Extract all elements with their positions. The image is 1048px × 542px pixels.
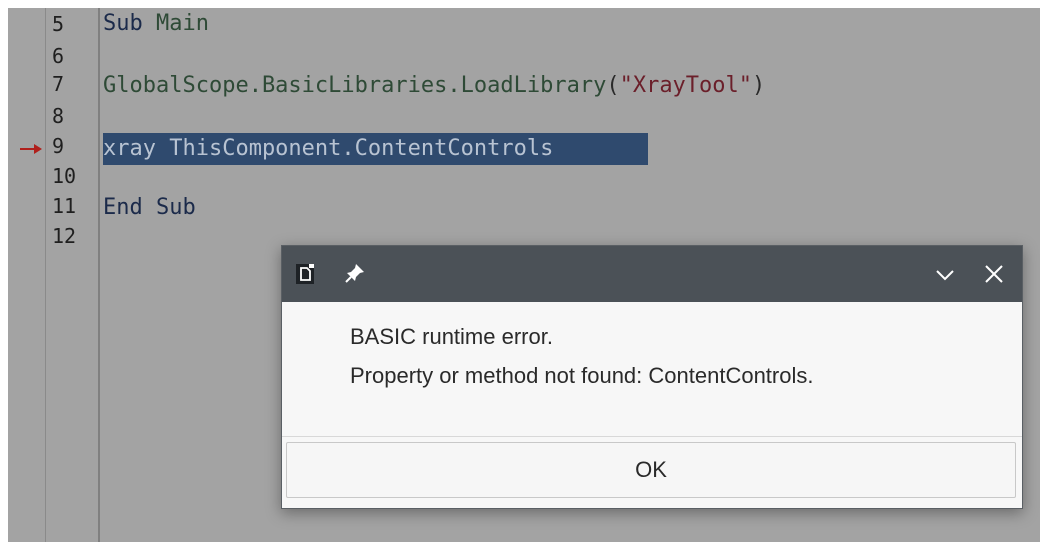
- line-number: 9: [52, 134, 65, 158]
- line-number: 11: [52, 194, 77, 218]
- error-dialog: BASIC runtime error. Property or method …: [281, 245, 1023, 509]
- document-icon: [296, 264, 314, 284]
- punctuation: ): [752, 73, 766, 98]
- code-line[interactable]: Sub Main: [103, 10, 209, 38]
- pin-icon[interactable]: [344, 262, 366, 284]
- identifier: Main: [156, 11, 209, 36]
- line-number: 5: [52, 12, 65, 36]
- punctuation: (: [606, 73, 620, 98]
- arrow-right-icon: [20, 144, 42, 154]
- error-message: Property or method not found: ContentCon…: [350, 363, 814, 388]
- keyword: Sub: [103, 11, 143, 36]
- line-number: 8: [52, 104, 65, 128]
- code-line[interactable]: GlobalScope.BasicLibraries.LoadLibrary("…: [103, 72, 765, 100]
- line-number: 10: [52, 164, 77, 188]
- string-literal: "XrayTool": [619, 73, 753, 98]
- chevron-down-icon[interactable]: [933, 263, 957, 287]
- gutter-divider: [98, 8, 100, 542]
- keyword: End Sub: [103, 195, 196, 220]
- close-icon[interactable]: [982, 262, 1006, 286]
- identifier: GlobalScope.BasicLibraries.LoadLibrary: [103, 73, 607, 98]
- code-line-selected[interactable]: xray ThisComponent.ContentControls: [103, 134, 553, 164]
- dialog-titlebar[interactable]: [282, 246, 1022, 302]
- code-line[interactable]: End Sub: [103, 194, 196, 222]
- line-number: 7: [52, 72, 65, 96]
- line-number: 6: [52, 44, 65, 68]
- ok-button[interactable]: OK: [286, 442, 1016, 498]
- line-number: 12: [52, 224, 77, 248]
- dialog-button-area: OK: [282, 436, 1022, 508]
- error-title: BASIC runtime error.: [350, 324, 553, 349]
- breakpoint-gutter[interactable]: [8, 8, 45, 542]
